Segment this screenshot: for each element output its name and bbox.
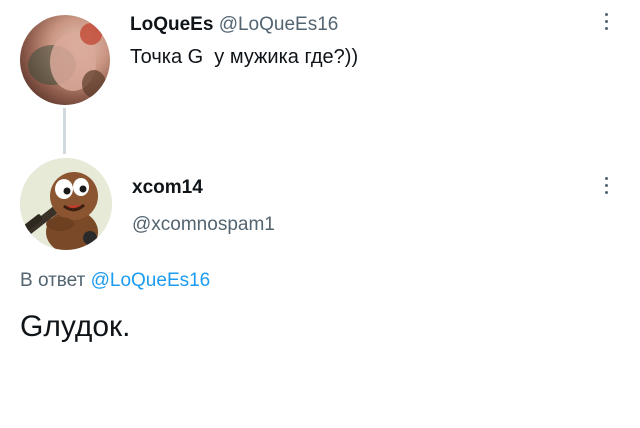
tweet-text: Точка G у мужика где?)) <box>130 46 359 68</box>
more-vertical-icon[interactable] <box>604 177 608 194</box>
tweet-thread: LoQueEs @LoQueEs16 Точка G у мужика где?… <box>0 0 640 428</box>
avatar-xcom14[interactable] <box>20 158 112 250</box>
reply-context: В ответ @LoQueEs16 <box>20 270 210 292</box>
cartoon-character-icon <box>20 158 112 250</box>
tweet-text: Gлудок. <box>20 310 131 343</box>
user-handle[interactable]: @LoQueEs16 <box>219 14 339 35</box>
avatar-loquees[interactable] <box>20 15 110 105</box>
user-handle[interactable]: @xcomnospam1 <box>132 214 275 236</box>
thread-connector <box>63 108 66 154</box>
tweet1-header: LoQueEs @LoQueEs16 <box>130 14 338 36</box>
display-name[interactable]: LoQueEs <box>130 14 213 35</box>
reply-prefix: В ответ <box>20 270 91 291</box>
more-vertical-icon[interactable] <box>604 13 608 30</box>
display-name[interactable]: xcom14 <box>132 177 203 199</box>
reply-mention-link[interactable]: @LoQueEs16 <box>91 270 211 291</box>
